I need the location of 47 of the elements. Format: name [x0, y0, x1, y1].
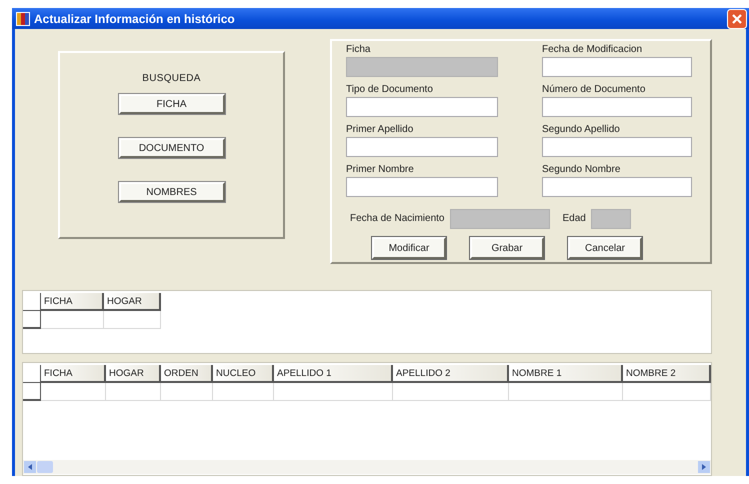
- input-field[interactable]: [542, 137, 692, 157]
- horizontal-scrollbar[interactable]: [23, 460, 711, 474]
- input-field[interactable]: [542, 97, 692, 117]
- form-button[interactable]: Cancelar: [568, 237, 642, 259]
- column-header[interactable]: FICHA: [41, 293, 104, 311]
- table-cell: [106, 383, 161, 401]
- table-cell: [104, 311, 161, 329]
- table-cell: [213, 383, 274, 401]
- field-label: Fecha de Modificacion: [542, 43, 644, 57]
- column-header[interactable]: HOGAR: [104, 293, 161, 311]
- column-header[interactable]: ORDEN: [161, 365, 213, 383]
- field-label: Ficha: [346, 43, 372, 57]
- column-header[interactable]: FICHA: [41, 365, 106, 383]
- field-label: Segundo Apellido: [542, 123, 621, 137]
- field-label: Tipo de Documento: [346, 83, 434, 97]
- scrollbar-thumb[interactable]: [37, 461, 53, 473]
- table-cell: [41, 311, 104, 329]
- input-field[interactable]: [346, 97, 498, 117]
- column-header[interactable]: NOMBRE 2: [623, 365, 711, 383]
- window-title: Actualizar Información en histórico: [34, 12, 236, 26]
- column-header[interactable]: NOMBRE 1: [509, 365, 623, 383]
- field-label: Segundo Nombre: [542, 163, 622, 177]
- search-button[interactable]: NOMBRES: [118, 182, 224, 202]
- input-field[interactable]: [542, 177, 692, 197]
- search-button[interactable]: DOCUMENTO: [118, 138, 224, 158]
- column-header[interactable]: NUCLEO: [213, 365, 274, 383]
- column-header[interactable]: APELLIDO 2: [393, 365, 509, 383]
- row-header[interactable]: [23, 383, 41, 401]
- field-label: Fecha de Nacimiento: [350, 212, 444, 226]
- input-field[interactable]: [542, 57, 692, 77]
- field-label: Número de Documento: [542, 83, 646, 97]
- field-label: Edad: [562, 212, 586, 226]
- search-button[interactable]: FICHA: [118, 94, 224, 114]
- input-field[interactable]: [346, 177, 498, 197]
- search-title: BUSQUEDA: [142, 73, 201, 84]
- input-field[interactable]: [346, 137, 498, 157]
- close-icon[interactable]: [727, 8, 747, 28]
- row-header[interactable]: [23, 311, 41, 329]
- column-header[interactable]: APELLIDO 1: [274, 365, 393, 383]
- field-label: Primer Apellido: [346, 123, 414, 137]
- table-cell: [161, 383, 213, 401]
- form-button[interactable]: Grabar: [470, 237, 544, 259]
- app-icon: [16, 12, 30, 26]
- column-header[interactable]: HOGAR: [106, 365, 161, 383]
- form-button[interactable]: Modificar: [372, 237, 446, 259]
- table-cell: [41, 383, 106, 401]
- field-label: Primer Nombre: [346, 163, 415, 177]
